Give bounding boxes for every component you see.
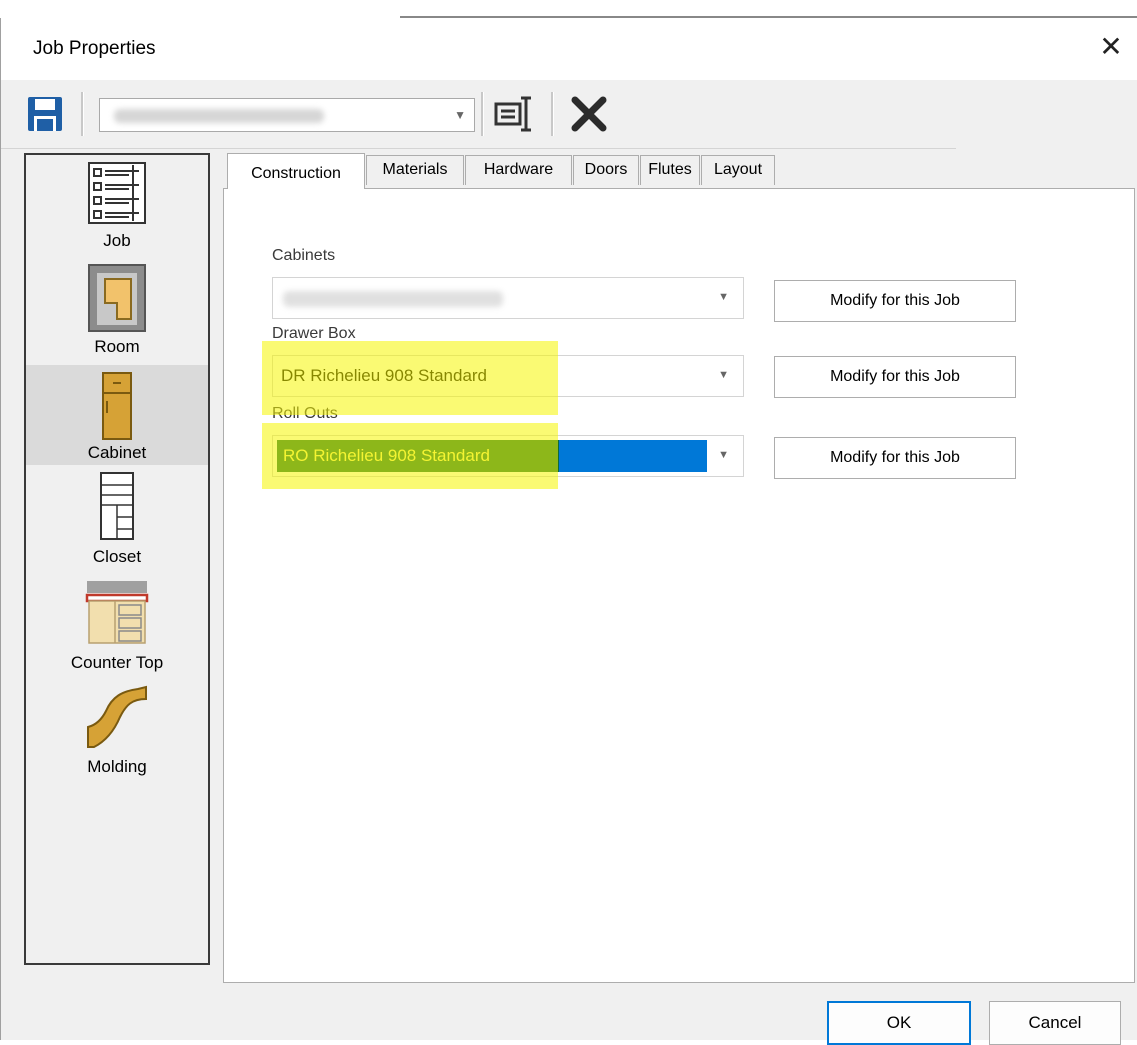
modify-cabinets-button[interactable]: Modify for this Job bbox=[774, 280, 1016, 322]
sidebar-item-label: Counter Top bbox=[70, 653, 164, 672]
cabinets-combo[interactable]: ▼ bbox=[272, 277, 744, 319]
ok-button[interactable]: OK bbox=[827, 1001, 971, 1045]
properties-icon[interactable] bbox=[493, 94, 537, 134]
roll-outs-value: RO Richelieu 908 Standard bbox=[283, 446, 490, 465]
roll-outs-combo[interactable]: RO Richelieu 908 Standard ▼ bbox=[272, 435, 744, 477]
tab-materials[interactable]: Materials bbox=[366, 155, 464, 185]
window-title: Job Properties bbox=[33, 38, 156, 59]
close-icon[interactable]: ✕ bbox=[1094, 30, 1128, 64]
sidebar-item-job[interactable]: Job bbox=[26, 159, 208, 259]
toolbar: ▼ bbox=[1, 80, 956, 149]
sidebar-item-label: Job bbox=[103, 231, 131, 250]
title-bar: Job Properties ✕ bbox=[1, 18, 1137, 80]
sidebar-item-molding[interactable]: Molding bbox=[26, 677, 208, 781]
molding-icon bbox=[87, 685, 147, 748]
tab-doors[interactable]: Doors bbox=[573, 155, 639, 185]
room-icon bbox=[88, 264, 146, 332]
chevron-down-icon: ▼ bbox=[718, 369, 729, 381]
toolbar-separator bbox=[551, 92, 554, 136]
cabinets-value bbox=[283, 291, 503, 307]
job-selector-combo[interactable]: ▼ bbox=[99, 98, 475, 132]
top-edge bbox=[0, 0, 1137, 20]
sidebar-item-room[interactable]: Room bbox=[26, 259, 208, 363]
chevron-down-icon: ▼ bbox=[718, 449, 729, 461]
tab-hardware[interactable]: Hardware bbox=[465, 155, 572, 185]
drawer-box-value: DR Richelieu 908 Standard bbox=[281, 366, 488, 385]
modify-roll-outs-button[interactable]: Modify for this Job bbox=[774, 437, 1016, 479]
job-properties-window: Job Properties ✕ ▼ Job Room Cabinet Clos… bbox=[0, 18, 1137, 1045]
counter-top-icon bbox=[85, 581, 149, 644]
sidebar-item-label: Molding bbox=[87, 757, 147, 776]
cabinets-label: Cabinets bbox=[272, 247, 336, 264]
toolbar-separator bbox=[81, 92, 84, 136]
tab-flutes[interactable]: Flutes bbox=[640, 155, 700, 185]
drawer-box-combo[interactable]: DR Richelieu 908 Standard ▼ bbox=[272, 355, 744, 397]
sidebar-item-cabinet[interactable]: Cabinet bbox=[26, 365, 208, 465]
construction-panel: Cabinets ▼ Modify for this Job Drawer Bo… bbox=[223, 188, 1135, 983]
sidebar-item-counter-top[interactable]: Counter Top bbox=[26, 573, 208, 675]
cancel-button[interactable]: Cancel bbox=[989, 1001, 1121, 1045]
category-sidebar: Job Room Cabinet Closet Counter Top Mold… bbox=[24, 153, 210, 965]
sidebar-item-label: Room bbox=[94, 337, 140, 356]
roll-outs-label: Roll Outs bbox=[272, 405, 338, 422]
delete-icon[interactable] bbox=[567, 92, 611, 136]
chevron-down-icon: ▼ bbox=[454, 108, 466, 122]
sidebar-item-label: Cabinet bbox=[87, 443, 147, 462]
toolbar-separator bbox=[481, 92, 484, 136]
modify-drawer-box-button[interactable]: Modify for this Job bbox=[774, 356, 1016, 398]
save-icon[interactable] bbox=[25, 94, 65, 134]
sidebar-item-closet[interactable]: Closet bbox=[26, 467, 208, 571]
cabinet-icon bbox=[102, 372, 132, 440]
tab-layout[interactable]: Layout bbox=[701, 155, 775, 185]
closet-icon bbox=[100, 472, 134, 540]
job-list-icon bbox=[88, 162, 146, 224]
sidebar-item-label: Closet bbox=[92, 547, 142, 566]
job-selector-value bbox=[114, 109, 324, 123]
drawer-box-label: Drawer Box bbox=[272, 325, 356, 342]
tab-construction[interactable]: Construction bbox=[227, 153, 365, 189]
chevron-down-icon: ▼ bbox=[718, 291, 729, 303]
